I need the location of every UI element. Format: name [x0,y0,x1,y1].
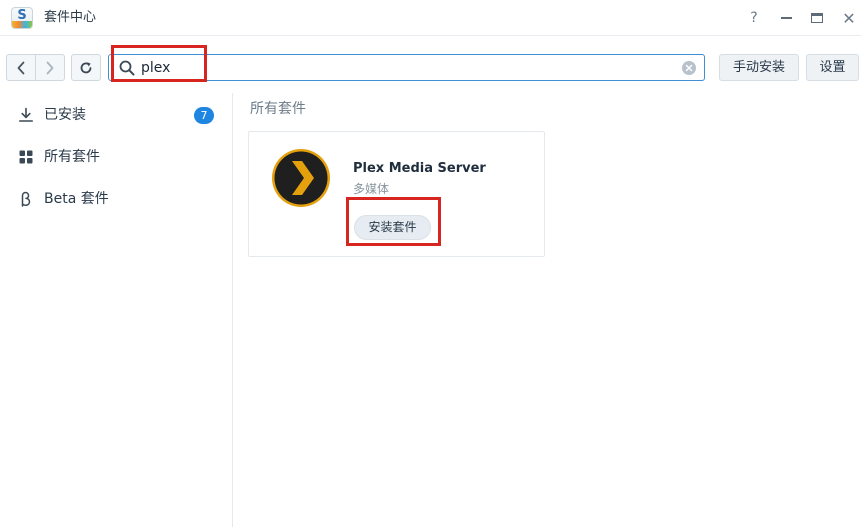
sidebar: 已安装 7 所有套件 Beta 套件 [0,93,233,527]
package-center-window: S 套件中心 ? ✕ plex 手动安装 设置 已安装 7 所有套件 Beta … [0,0,861,527]
close-icon: ✕ [842,8,856,28]
installed-count-badge: 7 [194,107,214,124]
window-title: 套件中心 [44,10,97,25]
help-button[interactable]: ? [743,7,765,29]
chevron-right-icon [46,61,54,74]
sidebar-item-beta-packages[interactable]: Beta 套件 [0,179,232,217]
sidebar-item-label: 已安装 [44,107,86,123]
chevron-left-icon [17,61,25,74]
plex-logo-icon [272,149,330,207]
manual-install-button[interactable]: 手动安装 [719,54,799,81]
package-center-app-icon: S [11,7,33,29]
title-bar: S 套件中心 ? ✕ [0,0,861,36]
section-title: 所有套件 [250,101,306,117]
close-button[interactable]: ✕ [838,7,860,29]
sidebar-item-label: Beta 套件 [44,191,109,207]
back-button[interactable] [7,55,35,80]
search-input[interactable] [141,58,681,78]
package-category: 多媒体 [353,182,390,196]
sidebar-item-label: 所有套件 [44,149,100,165]
search-icon [119,60,135,76]
minimize-button[interactable] [775,7,797,29]
maximize-icon [811,13,823,23]
maximize-button[interactable] [806,7,828,29]
package-card[interactable]: Plex Media Server 多媒体 安装套件 [248,131,545,257]
help-icon: ? [750,9,758,26]
download-icon [19,107,33,122]
grid-icon [19,150,33,164]
forward-button[interactable] [35,55,64,80]
sidebar-item-all-packages[interactable]: 所有套件 [0,137,232,175]
search-box[interactable] [108,54,705,81]
minimize-icon [780,17,792,19]
sidebar-item-installed[interactable]: 已安装 7 [0,95,232,133]
beta-icon [21,191,31,207]
refresh-button[interactable] [71,54,101,81]
package-name: Plex Media Server [353,161,486,176]
nav-button-group [6,54,65,81]
clear-search-icon[interactable] [682,61,696,75]
refresh-icon [80,61,92,73]
install-package-button[interactable]: 安装套件 [354,215,431,240]
settings-button[interactable]: 设置 [806,54,859,81]
